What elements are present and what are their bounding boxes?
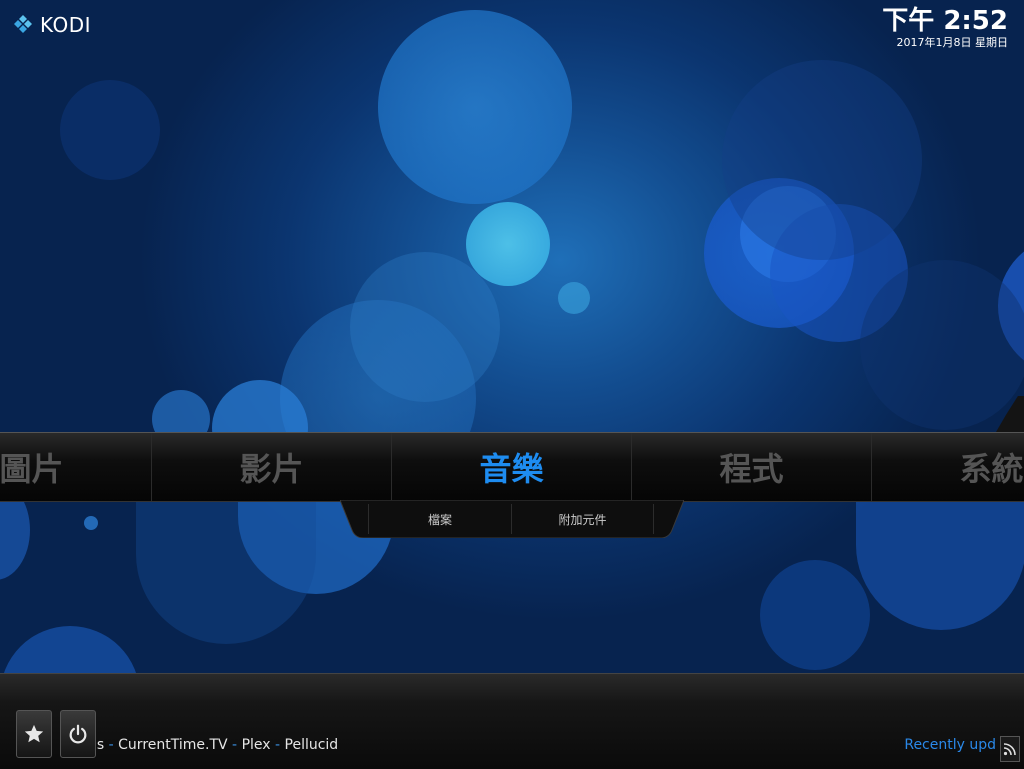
kodi-logo-icon bbox=[14, 15, 32, 33]
menu-edge-tab bbox=[996, 396, 1024, 432]
menu-item-videos[interactable]: 影片 bbox=[152, 433, 392, 501]
power-icon bbox=[69, 724, 87, 744]
clock-time: 下午 2:52 bbox=[882, 6, 1008, 36]
clock-date: 2017年1月8日 星期日 bbox=[896, 36, 1009, 49]
rss-button[interactable] bbox=[1000, 736, 1020, 762]
ticker-separator: - bbox=[275, 737, 281, 753]
menu-item-programs[interactable]: 程式 bbox=[632, 433, 872, 501]
footer-bar bbox=[0, 673, 1024, 769]
clock: 下午 2:52 2017年1月8日 星期日 bbox=[882, 6, 1008, 50]
power-button[interactable] bbox=[60, 710, 96, 758]
background-wallpaper bbox=[0, 0, 1024, 768]
ticker-item: Pellucid bbox=[284, 737, 339, 753]
submenu-item-files[interactable]: 檔案 bbox=[368, 504, 511, 534]
main-menu: 圖片 影片 音樂 程式 系統 bbox=[0, 432, 1024, 502]
rss-ticker[interactable]: gs - CurrentTime.TV - Plex - Pellucid bbox=[88, 737, 338, 753]
menu-item-music[interactable]: 音樂 bbox=[392, 433, 632, 501]
menu-item-system[interactable]: 系統 bbox=[872, 433, 1024, 501]
star-icon bbox=[24, 724, 44, 743]
kodi-logo: KODI bbox=[12, 12, 91, 38]
submenu-item-addons[interactable]: 附加元件 bbox=[511, 504, 654, 534]
ticker-separator: - bbox=[108, 737, 114, 753]
recently-updated-label: Recently upd bbox=[904, 737, 996, 753]
rss-icon bbox=[1003, 743, 1016, 756]
ticker-separator: - bbox=[232, 737, 238, 753]
logo-text: KODI bbox=[40, 13, 92, 37]
menu-item-pictures[interactable]: 圖片 bbox=[0, 433, 152, 501]
ticker-item: Plex bbox=[241, 737, 271, 753]
favourites-button[interactable] bbox=[16, 710, 52, 758]
ticker-item: CurrentTime.TV bbox=[118, 737, 228, 753]
submenu: 檔案 附加元件 bbox=[340, 500, 684, 538]
